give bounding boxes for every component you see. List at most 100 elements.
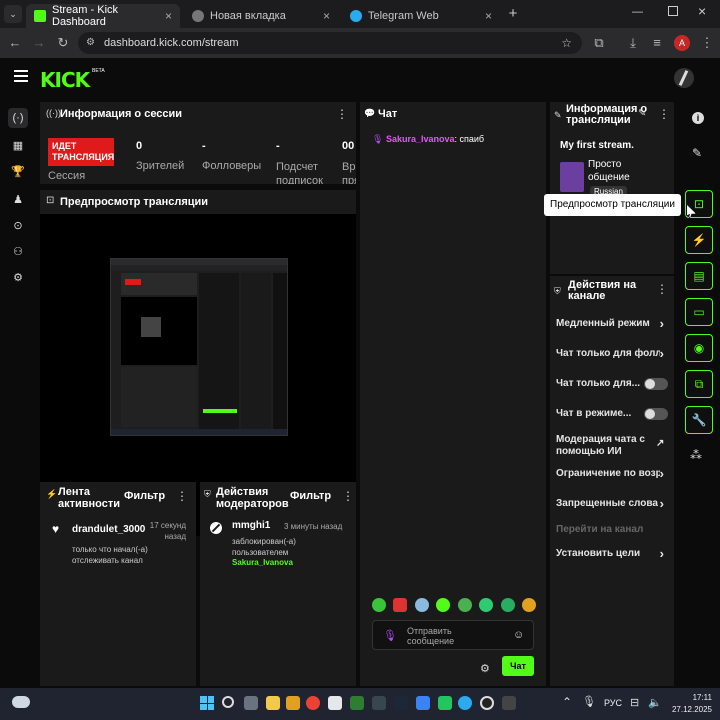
obs-icon[interactable] bbox=[480, 696, 494, 710]
banned-words-item[interactable]: Запрещенные слова › bbox=[556, 496, 670, 511]
hamburger-menu-icon[interactable] bbox=[14, 70, 28, 82]
settings-gear-icon[interactable]: ⚙ bbox=[8, 268, 28, 288]
mod-filter-button[interactable]: Фильтр bbox=[290, 490, 331, 502]
forward-arrow-icon[interactable]: → bbox=[30, 34, 48, 52]
chat-settings-icon[interactable]: ⚙ bbox=[480, 662, 490, 675]
stream-broadcast-icon[interactable]: (·) bbox=[8, 108, 28, 128]
emote-frog-icon[interactable] bbox=[372, 598, 386, 612]
network-icon[interactable]: ⊟ bbox=[630, 696, 639, 709]
ai-moderation-item[interactable]: Модерация чата с помощью ИИ ↗ bbox=[556, 434, 670, 458]
chrome-icon[interactable] bbox=[306, 696, 320, 710]
tab-list-button[interactable]: ⌄ bbox=[4, 5, 22, 23]
extensions-icon[interactable]: ⧉ bbox=[590, 34, 608, 52]
user-avatar[interactable] bbox=[674, 68, 694, 88]
tray-mic-icon[interactable]: 🎙 bbox=[582, 695, 596, 708]
emote-hand-icon[interactable] bbox=[500, 598, 515, 612]
pencil-icon[interactable]: ✎ bbox=[692, 146, 702, 160]
calendar-app-icon[interactable] bbox=[328, 696, 342, 710]
profile-avatar[interactable]: A bbox=[674, 35, 690, 51]
restore-window-button[interactable] bbox=[668, 6, 678, 16]
activity-item-user[interactable]: drandulet_3000 bbox=[72, 524, 145, 535]
more-widgets-icon[interactable]: ⁂ bbox=[690, 448, 702, 462]
emote-red-icon[interactable] bbox=[393, 598, 408, 612]
close-window-button[interactable]: × bbox=[698, 3, 706, 19]
age-restriction-item[interactable]: Ограничение по возр › bbox=[556, 468, 670, 479]
file-explorer-2-icon[interactable] bbox=[286, 696, 300, 710]
browser-menu-icon[interactable]: ⋮ bbox=[698, 34, 716, 52]
app-dark-icon[interactable] bbox=[502, 696, 516, 710]
emote-mode-toggle[interactable] bbox=[644, 408, 668, 420]
emote-dance-icon[interactable] bbox=[457, 598, 472, 612]
address-bar[interactable]: ⚙ dashboard.kick.com/stream ☆ bbox=[78, 32, 582, 54]
site-info-icon[interactable]: ⚙ bbox=[86, 32, 95, 54]
session-menu-icon[interactable]: ⋮ bbox=[336, 107, 348, 121]
followers-only-item[interactable]: Чат только для фолл › bbox=[556, 348, 670, 359]
steam-icon[interactable] bbox=[394, 696, 408, 710]
subscribers-only-item[interactable]: Чат только для... bbox=[556, 378, 670, 390]
mod-item-user[interactable]: mmghi1 bbox=[232, 520, 270, 531]
chat-send-button[interactable]: Чат bbox=[502, 656, 534, 676]
download-icon[interactable]: ⤓ bbox=[624, 34, 642, 52]
mod-menu-icon[interactable]: ⋮ bbox=[342, 489, 354, 503]
reload-icon[interactable]: ↻ bbox=[54, 34, 72, 52]
quick-actions-toggle[interactable]: ⚡ bbox=[685, 226, 713, 254]
search-icon[interactable] bbox=[222, 696, 234, 708]
emote-mode-item[interactable]: Чат в режиме... bbox=[556, 408, 670, 420]
chat-input[interactable]: 🎙 Отправить сообщение ☺ bbox=[372, 620, 534, 650]
app-blue-icon[interactable] bbox=[416, 696, 430, 710]
emote-gold-icon[interactable] bbox=[521, 598, 536, 612]
green-app-icon[interactable] bbox=[350, 696, 364, 710]
emote-face-icon[interactable] bbox=[414, 598, 429, 612]
input-language[interactable]: РУС bbox=[604, 698, 622, 708]
tab-telegram-web[interactable]: Telegram Web × bbox=[342, 4, 500, 28]
activity-filter-button[interactable]: Фильтр bbox=[124, 490, 165, 502]
category-name[interactable]: Просто общение bbox=[588, 158, 630, 184]
stream-info-menu-icon[interactable]: ⋮ bbox=[658, 107, 670, 121]
tray-chevron-icon[interactable]: ⌃ bbox=[562, 695, 572, 709]
info-icon[interactable]: i bbox=[692, 112, 704, 124]
subscribers-only-toggle[interactable] bbox=[644, 378, 668, 390]
slow-mode-item[interactable]: Медленный режим › bbox=[556, 316, 670, 331]
trophy-icon[interactable]: 🏆 bbox=[8, 162, 28, 182]
emote-green-icon[interactable] bbox=[436, 598, 451, 612]
new-tab-button[interactable]: + bbox=[504, 5, 522, 23]
start-menu-icon[interactable] bbox=[200, 696, 214, 710]
tools-toggle[interactable]: 🔧 bbox=[685, 406, 713, 434]
preview-camera-icon[interactable]: ⊙ bbox=[8, 216, 28, 236]
app-green-icon[interactable] bbox=[438, 696, 452, 710]
notes-toggle[interactable]: ▤ bbox=[685, 262, 713, 290]
mod-item-target[interactable]: Sakura_Ivanova bbox=[232, 558, 293, 567]
chat-message-user[interactable]: Sakura_Ivanova bbox=[386, 134, 455, 144]
emoji-icon[interactable]: ☺ bbox=[513, 629, 524, 641]
minimize-window-button[interactable]: — bbox=[632, 6, 643, 18]
volume-icon[interactable]: 🔈 bbox=[648, 696, 662, 709]
mod-queue-toggle[interactable]: ⧉ bbox=[685, 370, 713, 398]
community-icon[interactable]: ♟ bbox=[8, 190, 28, 210]
analytics-icon[interactable]: ▦ bbox=[8, 136, 28, 156]
tab-kick-dashboard[interactable]: Stream - Kick Dashboard × bbox=[26, 4, 180, 28]
emote-gem-icon[interactable] bbox=[479, 598, 494, 612]
stream-info-edit-icon[interactable]: ✎ bbox=[638, 108, 646, 119]
telegram-icon[interactable] bbox=[458, 696, 472, 710]
channel-actions-menu-icon[interactable]: ⋮ bbox=[656, 282, 668, 296]
users-icon[interactable]: ⚇ bbox=[8, 242, 28, 262]
activity-menu-icon[interactable]: ⋮ bbox=[176, 489, 188, 503]
back-arrow-icon[interactable]: ← bbox=[6, 34, 24, 52]
chat-toggle[interactable]: ▭ bbox=[685, 298, 713, 326]
terminal-icon[interactable] bbox=[372, 696, 386, 710]
close-tab-icon[interactable]: × bbox=[165, 9, 172, 23]
chat-message: 🎙 Sakura_Ivanova: спаиб bbox=[372, 134, 484, 145]
mic-icon[interactable]: 🎙 bbox=[383, 629, 397, 642]
close-tab-icon[interactable]: × bbox=[485, 9, 492, 23]
reading-list-icon[interactable]: ≡ bbox=[648, 34, 666, 52]
clock[interactable]: 17:11 27.12.2025 bbox=[668, 692, 712, 716]
task-view-icon[interactable] bbox=[244, 696, 258, 710]
file-explorer-icon[interactable] bbox=[266, 696, 280, 710]
kick-logo[interactable]: KICK bbox=[40, 68, 90, 92]
tab-new-tab[interactable]: Новая вкладка × bbox=[184, 4, 338, 28]
set-goals-item[interactable]: Установить цели › bbox=[556, 546, 670, 561]
bookmark-star-icon[interactable]: ☆ bbox=[561, 32, 572, 54]
broadcast-toggle[interactable]: ◉ bbox=[685, 334, 713, 362]
weather-icon[interactable] bbox=[12, 696, 30, 708]
close-tab-icon[interactable]: × bbox=[323, 9, 330, 23]
